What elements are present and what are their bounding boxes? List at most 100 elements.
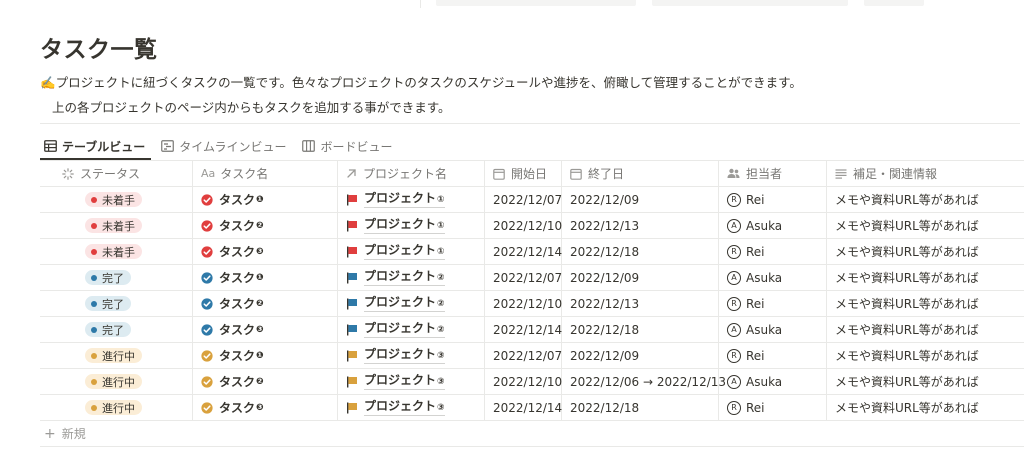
table-row[interactable]: 完了 タスク ❶ プロジェクト② 2022/12/07 2022/12/09 A … [40,265,1024,291]
project-link[interactable]: プロジェクト③ [364,399,445,416]
assignee-cell[interactable]: A Asuka [719,265,827,290]
project-link[interactable]: プロジェクト① [364,243,445,260]
avatar: A [727,322,741,337]
project-link[interactable]: プロジェクト② [364,321,445,338]
end-date-cell[interactable]: 2022/12/09 [562,343,719,368]
notes-cell[interactable]: メモや資料URL等があれば [827,369,1024,394]
task-name-cell[interactable]: タスク ❶ [193,343,338,368]
project-link[interactable]: プロジェクト① [364,191,445,208]
start-date-cell[interactable]: 2022/12/14 [485,317,562,342]
end-date-cell[interactable]: 2022/12/09 [562,187,719,212]
project-cell[interactable]: プロジェクト③ [338,343,485,368]
notes-cell[interactable]: メモや資料URL等があれば [827,213,1024,238]
flag-icon [347,272,357,283]
table-row[interactable]: 未着手 タスク ❸ プロジェクト① 2022/12/14 2022/12/18 R… [40,239,1024,265]
end-date-cell[interactable]: 2022/12/18 [562,239,719,264]
table-row[interactable]: 進行中 タスク ❷ プロジェクト③ 2022/12/10 2022/12/06 →… [40,369,1024,395]
end-date-cell[interactable]: 2022/12/18 [562,317,719,342]
assignee-cell[interactable]: R Rei [719,395,827,420]
notes-cell[interactable]: メモや資料URL等があれば [827,239,1024,264]
project-link[interactable]: プロジェクト② [364,295,445,312]
assignee-cell[interactable]: R Rei [719,343,827,368]
assignee-cell[interactable]: A Asuka [719,369,827,394]
task-name-cell[interactable]: タスク ❷ [193,291,338,316]
check-circle-icon [201,323,213,336]
assignee-cell[interactable]: R Rei [719,291,827,316]
start-date-cell[interactable]: 2022/12/07 [485,187,562,212]
new-row-button[interactable]: + 新規 [44,421,86,446]
status-cell[interactable]: 完了 [40,265,193,290]
assignee-cell[interactable]: R Rei [719,187,827,212]
status-cell[interactable]: 進行中 [40,343,193,368]
end-date-cell[interactable]: 2022/12/13 [562,291,719,316]
project-cell[interactable]: プロジェクト① [338,213,485,238]
end-date-cell[interactable]: 2022/12/06 → 2022/12/13 [562,369,726,394]
status-dot [91,196,97,203]
task-name-cell[interactable]: タスク ❸ [193,239,338,264]
project-cell[interactable]: プロジェクト① [338,187,485,212]
status-cell[interactable]: 進行中 [40,369,193,394]
project-cell[interactable]: プロジェクト② [338,317,485,342]
start-date-cell[interactable]: 2022/12/07 [485,343,562,368]
task-name-cell[interactable]: タスク ❸ [193,395,338,420]
table-row[interactable]: 進行中 タスク ❶ プロジェクト③ 2022/12/07 2022/12/09 R… [40,343,1024,369]
status-badge: 未着手 [85,244,142,259]
start-date-cell[interactable]: 2022/12/10 [485,291,562,316]
task-name-cell[interactable]: タスク ❶ [193,265,338,290]
status-cell[interactable]: 完了 [40,291,193,316]
notes-cell[interactable]: メモや資料URL等があれば [827,291,1024,316]
notes-cell[interactable]: メモや資料URL等があれば [827,317,1024,342]
tab-timeline-view[interactable]: タイムラインビュー [157,134,292,158]
status-dot [91,222,97,229]
notes-cell[interactable]: メモや資料URL等があれば [827,187,1024,212]
table-row[interactable]: 完了 タスク ❸ プロジェクト② 2022/12/14 2022/12/18 A … [40,317,1024,343]
column-header-end-date[interactable]: 終了日 [562,161,719,186]
project-link[interactable]: プロジェクト① [364,217,445,234]
project-cell[interactable]: プロジェクト② [338,291,485,316]
assignee-cell[interactable]: R Rei [719,239,827,264]
task-name-cell[interactable]: タスク ❷ [193,369,338,394]
status-cell[interactable]: 未着手 [40,213,193,238]
status-cell[interactable]: 完了 [40,317,193,342]
start-date-cell[interactable]: 2022/12/14 [485,395,562,420]
column-header-start-date[interactable]: 開始日 [485,161,562,186]
end-date-cell[interactable]: 2022/12/09 [562,265,719,290]
table-row[interactable]: 進行中 タスク ❸ プロジェクト③ 2022/12/14 2022/12/18 R… [40,395,1024,421]
task-name-cell[interactable]: タスク ❶ [193,187,338,212]
task-name-cell[interactable]: タスク ❸ [193,317,338,342]
project-cell[interactable]: プロジェクト① [338,239,485,264]
column-header-project-name[interactable]: プロジェクト名 [338,161,485,186]
start-date-cell[interactable]: 2022/12/07 [485,265,562,290]
task-name-cell[interactable]: タスク ❷ [193,213,338,238]
column-header-status[interactable]: ステータス [40,161,193,186]
start-date-cell[interactable]: 2022/12/10 [485,369,562,394]
assignee-cell[interactable]: A Asuka [719,317,827,342]
table-row[interactable]: 未着手 タスク ❶ プロジェクト① 2022/12/07 2022/12/09 R… [40,187,1024,213]
notes-cell[interactable]: メモや資料URL等があれば [827,395,1024,420]
column-header-assignee[interactable]: 担当者 [719,161,827,186]
project-link[interactable]: プロジェクト② [364,269,445,286]
notes-cell[interactable]: メモや資料URL等があれば [827,265,1024,290]
notes-cell[interactable]: メモや資料URL等があれば [827,343,1024,368]
assignee-cell[interactable]: A Asuka [719,213,827,238]
status-dot [91,248,97,255]
status-cell[interactable]: 未着手 [40,187,193,212]
project-link[interactable]: プロジェクト③ [364,373,445,390]
project-cell[interactable]: プロジェクト② [338,265,485,290]
end-date-cell[interactable]: 2022/12/18 [562,395,719,420]
tab-table-view[interactable]: テーブルビュー [40,134,152,160]
column-header-task-name[interactable]: Aa タスク名 [193,161,338,186]
tab-board-view[interactable]: ボードビュー [298,134,398,158]
table-row[interactable]: 完了 タスク ❷ プロジェクト② 2022/12/10 2022/12/13 R … [40,291,1024,317]
status-cell[interactable]: 進行中 [40,395,193,420]
project-cell[interactable]: プロジェクト③ [338,369,485,394]
column-header-notes[interactable]: 補足・関連情報 [827,161,1024,186]
start-date-cell[interactable]: 2022/12/10 [485,213,562,238]
start-date-cell[interactable]: 2022/12/14 [485,239,562,264]
flag-icon [347,376,357,387]
project-cell[interactable]: プロジェクト③ [338,395,485,420]
status-cell[interactable]: 未着手 [40,239,193,264]
project-link[interactable]: プロジェクト③ [364,347,445,364]
end-date-cell[interactable]: 2022/12/13 [562,213,719,238]
table-row[interactable]: 未着手 タスク ❷ プロジェクト① 2022/12/10 2022/12/13 A… [40,213,1024,239]
